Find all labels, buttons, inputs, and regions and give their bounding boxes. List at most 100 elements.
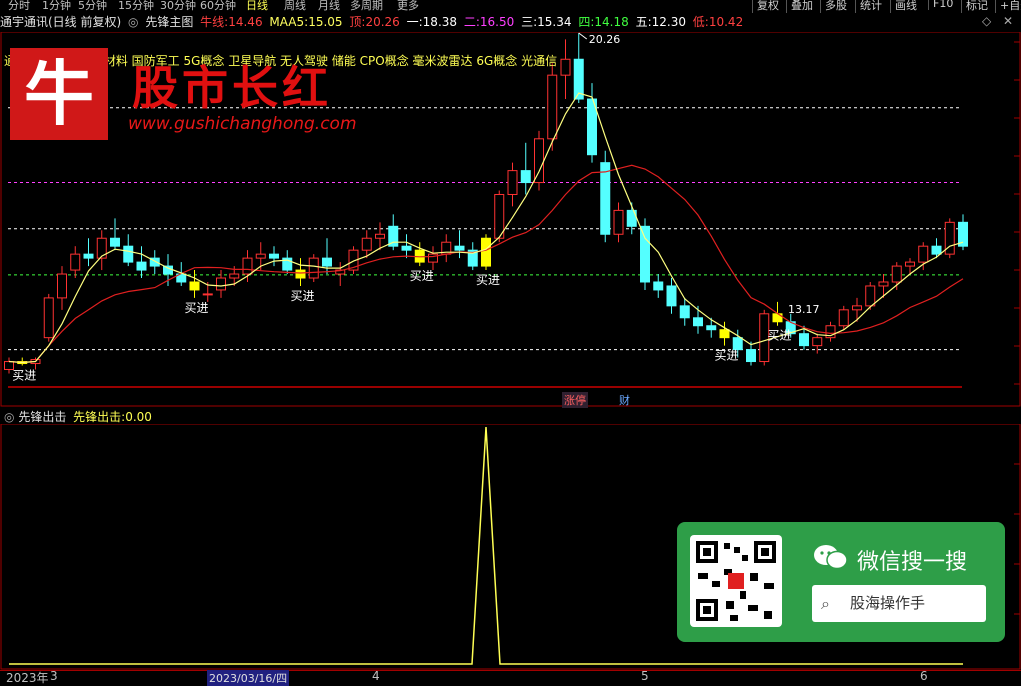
candle-body	[136, 261, 147, 271]
indicator-toggle-icon[interactable]: ◎	[128, 15, 138, 29]
sub-chart-header: ◎ 先锋出击 先锋出击:0.00	[4, 408, 152, 425]
settings-diamond-icon[interactable]: ◇	[982, 14, 991, 28]
toolbar-button-2[interactable]: 多股	[820, 0, 847, 13]
candle-body	[507, 170, 518, 195]
candle-body	[83, 253, 94, 259]
candle-body	[640, 225, 650, 283]
low-price-label: 13.17	[788, 303, 820, 316]
l3-label: 三:	[521, 15, 538, 29]
candle-body	[679, 305, 690, 319]
date-axis: 2023年 3 2023/03/16/四 4 5 6	[0, 669, 1021, 686]
candle-body	[653, 281, 664, 291]
candle-body	[57, 273, 67, 299]
period-tab-4[interactable]: 30分钟	[160, 0, 196, 13]
candle-body	[163, 265, 173, 275]
period-tab-7[interactable]: 周线	[284, 0, 306, 13]
niuxian-value: 14.46	[228, 15, 263, 29]
candle-body	[706, 325, 717, 331]
candle-body	[852, 305, 862, 311]
tab-zhangting[interactable]: 涨停	[562, 392, 588, 408]
candle-body	[918, 245, 929, 263]
sub-title[interactable]: 先锋出击	[18, 410, 66, 424]
buy-signal-label: 买进	[12, 369, 36, 383]
candle-body	[481, 237, 491, 267]
ad-title: 微信搜一搜	[857, 550, 968, 575]
ad-search-box[interactable]: ⌕ 股海操作手	[812, 585, 986, 622]
candle-body	[891, 265, 902, 283]
period-toolbar: 分时 1分钟 5分钟 15分钟 30分钟 60分钟 日线 周线 月线 多周期 更多 复权 叠加 多股 统计画…	[0, 0, 1021, 13]
buy-signal-label: 买进	[476, 273, 500, 287]
candle-body	[812, 337, 823, 347]
period-tab-0[interactable]: 分时	[8, 0, 30, 13]
wechat-ad-card[interactable]: 微信搜一搜 ⌕ 股海操作手	[677, 522, 1005, 642]
candle-body	[838, 309, 849, 327]
period-tab-3[interactable]: 15分钟	[118, 0, 154, 13]
candle-body	[520, 170, 531, 184]
candle-body	[322, 257, 332, 267]
di-label: 低:	[692, 15, 709, 29]
axis-month-4: 4	[372, 669, 380, 683]
candle-body	[799, 333, 809, 347]
candle-body	[361, 237, 372, 251]
wechat-icon	[814, 545, 848, 570]
candle-body	[255, 253, 266, 259]
watermark-title: 股市长红	[132, 61, 332, 115]
watermark-url: www.gushichanghong.com	[128, 114, 357, 134]
candle-body	[719, 329, 730, 339]
candle-body	[110, 237, 120, 247]
candle-body	[70, 253, 81, 271]
candle-body	[269, 253, 279, 259]
indicator-info-line: 通宇通讯(日线 前复权) ◎ 先锋主图 牛线:14.46 MAA5:15.05 …	[0, 13, 1021, 31]
l2-label: 二:	[463, 15, 480, 29]
period-tab-1[interactable]: 1分钟	[42, 0, 71, 13]
candle-body	[401, 245, 412, 251]
candle-body	[547, 74, 558, 140]
axis-month-5: 5	[641, 669, 649, 683]
period-tab-2[interactable]: 5分钟	[78, 0, 107, 13]
qr-code	[690, 535, 782, 627]
l1-label: 一:	[406, 15, 423, 29]
buy-signal-label: 买进	[410, 269, 434, 283]
toolbar-button-7[interactable]: +自选	[995, 0, 1021, 13]
l5-label: 五:	[635, 15, 652, 29]
toolbar-button-1[interactable]: 叠加	[786, 0, 813, 13]
indicator-name[interactable]: 先锋主图	[145, 15, 193, 29]
l2-value: 16.50	[479, 15, 515, 29]
candle-body	[693, 317, 703, 327]
maa5-value: 15.05	[308, 15, 343, 29]
toolbar-button-4[interactable]: 画线	[890, 0, 917, 13]
toolbar-button-6[interactable]: 标记	[961, 0, 988, 13]
axis-month-6: 6	[920, 669, 928, 683]
period-tab-8[interactable]: 月线	[318, 0, 340, 13]
candle-body	[375, 233, 385, 239]
period-tab-6[interactable]: 日线	[246, 0, 268, 13]
toolbar-button-3[interactable]: 统计	[855, 0, 882, 13]
buy-signal-label: 买进	[768, 329, 792, 343]
period-tab-10[interactable]: 更多	[397, 0, 419, 13]
candle-body	[189, 281, 200, 291]
l4-value: 14.18	[594, 15, 629, 29]
niuxian-label: 牛线:	[200, 15, 229, 29]
search-icon: ⌕	[821, 594, 830, 613]
buy-signal-label: 买进	[291, 289, 315, 303]
ad-search-text: 股海操作手	[850, 594, 926, 612]
candle-body	[454, 245, 465, 251]
candle-body	[242, 257, 253, 275]
l5-value: 12.30	[651, 15, 686, 29]
axis-cursor-date: 2023/03/16/四	[207, 670, 290, 686]
toolbar-button-0[interactable]: 复权	[752, 0, 779, 13]
period-tab-5[interactable]: 60分钟	[200, 0, 236, 13]
close-icon[interactable]: ✕	[1003, 14, 1013, 28]
maa5-label: MAA5:	[269, 15, 309, 29]
sub-toggle-icon[interactable]: ◎	[4, 410, 14, 424]
candle-body	[666, 285, 677, 307]
tab-cai[interactable]: 财	[619, 392, 630, 408]
period-tab-9[interactable]: 多周期	[350, 0, 383, 13]
toolbar-button-5[interactable]: F10	[928, 0, 953, 10]
candle-body	[123, 245, 134, 263]
l1-value: 18.38	[422, 15, 458, 29]
watermark-logo: 牛	[10, 48, 108, 140]
candle-body	[229, 273, 240, 279]
l3-value: 15.34	[537, 15, 572, 29]
high-price-label: 20.26	[589, 33, 621, 46]
